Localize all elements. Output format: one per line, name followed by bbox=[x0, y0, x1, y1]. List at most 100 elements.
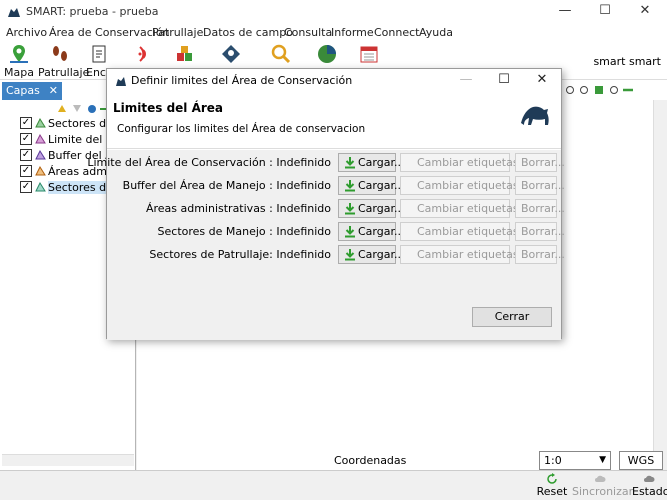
menu-bar: Archivo Área de Conservación Patrullaje … bbox=[0, 24, 667, 42]
signal-icon bbox=[138, 46, 146, 62]
delete-button: Borrar... bbox=[515, 245, 565, 264]
user-name: smart smart bbox=[593, 55, 661, 68]
sync-label: Sincronizar bbox=[572, 485, 634, 498]
change-labels-button: Cambiar etiquetas... bbox=[400, 245, 529, 264]
menu-archivo[interactable]: Archivo bbox=[6, 26, 47, 39]
menu-ayuda[interactable]: Ayuda bbox=[419, 26, 453, 39]
dialog-titlebar: Definir limites del Área de Conservación… bbox=[107, 69, 561, 93]
load-button[interactable]: Cargar... bbox=[338, 222, 404, 241]
clipboard-icon bbox=[92, 45, 106, 63]
close-tab-icon[interactable]: ✕ bbox=[49, 82, 58, 100]
minimize-button[interactable]: — bbox=[545, 0, 585, 24]
coordinates-label: Coordenadas bbox=[334, 454, 407, 467]
vertical-scrollbar[interactable] bbox=[653, 100, 667, 470]
load-label: Cargar... bbox=[358, 156, 405, 169]
delete-button: Borrar... bbox=[515, 153, 565, 172]
close-button[interactable]: Cerrar bbox=[472, 307, 552, 327]
pie-chart-icon bbox=[318, 45, 336, 63]
boundary-label: Sectores de Patrullaje: Indefinido bbox=[149, 248, 331, 261]
layer-checkbox[interactable]: ✓ bbox=[20, 117, 32, 129]
load-button[interactable]: Cargar... bbox=[338, 153, 404, 172]
polygon-icon bbox=[35, 150, 46, 160]
polygon-icon bbox=[35, 118, 46, 128]
menu-informe[interactable]: Informe bbox=[331, 26, 374, 39]
polygon-icon bbox=[35, 166, 46, 176]
load-label: Cargar... bbox=[358, 248, 405, 261]
dialog-minimize-button: — bbox=[459, 72, 473, 87]
boundary-label: Buffer del Área de Manejo : Indefinido bbox=[122, 179, 331, 192]
menu-consulta[interactable]: Consulta bbox=[284, 26, 332, 39]
load-label: Cargar... bbox=[358, 179, 405, 192]
window-titlebar: SMART: prueba - prueba — ☐ ✕ bbox=[0, 0, 667, 24]
state-label: Estado bbox=[632, 485, 667, 498]
maximize-button[interactable]: ☐ bbox=[585, 0, 625, 24]
delete-button: Borrar... bbox=[515, 222, 565, 241]
toolbar-patrullaje[interactable]: Patrullaje bbox=[38, 42, 90, 80]
polygon-icon bbox=[35, 182, 46, 192]
dialog-close-button[interactable]: ✕ bbox=[523, 69, 561, 93]
layer-checkbox[interactable]: ✓ bbox=[20, 165, 32, 177]
dialog-heading: Limites del Área bbox=[113, 101, 224, 115]
toolbar-mapa-label: Mapa bbox=[4, 66, 34, 79]
menu-patrullaje[interactable]: Patrullaje bbox=[152, 26, 203, 39]
tab-capas-label: Capas bbox=[6, 84, 40, 97]
delete-button: Borrar... bbox=[515, 176, 565, 195]
change-labels-button: Cambiar etiquetas... bbox=[400, 222, 529, 241]
polygon-icon bbox=[35, 134, 46, 144]
reset-label: Reset bbox=[536, 485, 568, 498]
jaguar-logo-icon bbox=[521, 106, 549, 125]
horizontal-scrollbar[interactable] bbox=[2, 454, 134, 466]
load-label: Cargar... bbox=[358, 225, 405, 238]
cloud-status-icon bbox=[644, 475, 655, 482]
dialog-body: Limite del Área de Conservación : Indefi… bbox=[87, 150, 565, 340]
cloud-icon bbox=[595, 475, 606, 482]
change-labels-button: Cambiar etiquetas... bbox=[400, 176, 529, 195]
blocks-icon bbox=[177, 46, 192, 61]
change-labels-button: Cambiar etiquetas... bbox=[400, 153, 529, 172]
define-boundaries-dialog: Definir limites del Área de Conservación… bbox=[87, 68, 565, 340]
download-icon bbox=[345, 249, 355, 261]
menu-datos-campo[interactable]: Datos de campo bbox=[203, 26, 293, 39]
reset-button[interactable]: Reset bbox=[536, 473, 568, 498]
magnifier-icon bbox=[271, 44, 291, 64]
map-icon bbox=[10, 45, 28, 63]
smart-logo-icon bbox=[116, 77, 126, 86]
download-icon bbox=[345, 157, 355, 169]
download-icon bbox=[345, 226, 355, 238]
close-window-button[interactable]: ✕ bbox=[625, 0, 665, 24]
tab-capas[interactable]: Capas ✕ bbox=[2, 82, 62, 100]
change-labels-button: Cambiar etiquetas... bbox=[400, 199, 529, 218]
delete-button: Borrar... bbox=[515, 199, 565, 218]
state-button[interactable]: Estado bbox=[632, 473, 667, 498]
dialog-header: Limites del Área Configurar los limites … bbox=[107, 93, 561, 149]
scale-value: 1:0 bbox=[544, 454, 562, 467]
map-tools[interactable] bbox=[565, 84, 635, 96]
refresh-icon bbox=[547, 473, 557, 484]
download-icon bbox=[345, 180, 355, 192]
scale-select[interactable]: 1:0 ▼ bbox=[539, 451, 611, 470]
load-button[interactable]: Cargar... bbox=[338, 199, 404, 218]
dialog-maximize-button[interactable]: ☐ bbox=[485, 69, 523, 93]
calendar-icon bbox=[360, 46, 378, 63]
layer-checkbox[interactable]: ✓ bbox=[20, 133, 32, 145]
toolbar-mapa[interactable]: Mapa bbox=[4, 42, 34, 80]
window-title: SMART: prueba - prueba bbox=[26, 5, 159, 18]
load-button[interactable]: Cargar... bbox=[338, 176, 404, 195]
smart-logo-icon bbox=[8, 8, 20, 17]
boundary-label: Limite del Área de Conservación : Indefi… bbox=[87, 156, 331, 169]
dialog-subtitle: Configurar los limites del Área de conse… bbox=[117, 123, 366, 135]
layer-checkbox[interactable]: ✓ bbox=[20, 149, 32, 161]
load-label: Cargar... bbox=[358, 202, 405, 215]
load-button[interactable]: Cargar... bbox=[338, 245, 404, 264]
crs-field[interactable]: WGS 84 bbox=[619, 451, 663, 484]
boundary-label: Sectores de Manejo : Indefinido bbox=[157, 225, 331, 238]
layer-checkbox[interactable]: ✓ bbox=[20, 181, 32, 193]
chevron-down-icon: ▼ bbox=[599, 455, 606, 465]
toolbar-patrullaje-label: Patrullaje bbox=[38, 66, 90, 79]
sync-button[interactable]: Sincronizar bbox=[572, 473, 633, 498]
bottom-bar: Reset Sincronizar Estado bbox=[0, 470, 667, 500]
menu-connect[interactable]: Connect bbox=[374, 26, 419, 39]
download-icon bbox=[345, 203, 355, 215]
dialog-title: Definir limites del Área de Conservación bbox=[131, 74, 353, 87]
location-diamond-icon bbox=[222, 45, 240, 63]
